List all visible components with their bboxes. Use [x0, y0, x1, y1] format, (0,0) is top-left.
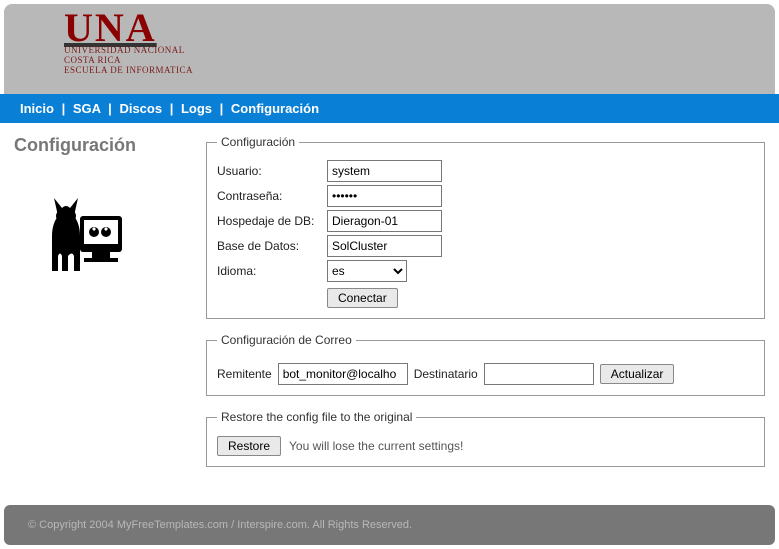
- usuario-label: Usuario:: [217, 164, 327, 178]
- destinatario-label: Destinatario: [414, 367, 478, 381]
- restore-warning: You will lose the current settings!: [289, 439, 463, 453]
- dbname-label: Base de Datos:: [217, 239, 327, 253]
- restore-button[interactable]: Restore: [217, 436, 281, 456]
- logo-main: UNA: [64, 10, 193, 46]
- logo-sub3: ESCUELA DE INFORMATICA: [64, 66, 193, 76]
- idioma-select[interactable]: es: [327, 260, 407, 282]
- config-legend: Configuración: [217, 135, 299, 149]
- header-banner: UNA UNIVERSIDAD NACIONAL COSTA RICA ESCU…: [4, 4, 775, 94]
- nav-discos[interactable]: Discos: [119, 101, 162, 116]
- footer: © Copyright 2004 MyFreeTemplates.com / I…: [4, 505, 775, 545]
- idioma-label: Idioma:: [217, 264, 327, 278]
- cat-computer-icon: [34, 186, 134, 276]
- nav-sga[interactable]: SGA: [73, 101, 101, 116]
- nav-logs[interactable]: Logs: [181, 101, 212, 116]
- page-title: Configuración: [14, 135, 194, 156]
- update-button[interactable]: Actualizar: [600, 364, 675, 384]
- main-nav: Inicio | SGA | Discos | Logs | Configura…: [0, 94, 779, 123]
- remitente-input[interactable]: [278, 363, 408, 385]
- dbhost-label: Hospedaje de DB:: [217, 214, 327, 228]
- nav-config[interactable]: Configuración: [231, 101, 319, 116]
- connect-button[interactable]: Conectar: [327, 288, 398, 308]
- logo: UNA UNIVERSIDAD NACIONAL COSTA RICA ESCU…: [64, 10, 193, 76]
- nav-inicio[interactable]: Inicio: [20, 101, 54, 116]
- password-label: Contraseña:: [217, 189, 327, 203]
- config-fieldset: Configuración Usuario: Contraseña: Hospe…: [206, 135, 765, 319]
- destinatario-input[interactable]: [484, 363, 594, 385]
- dbhost-input[interactable]: [327, 210, 442, 232]
- usuario-input[interactable]: [327, 160, 442, 182]
- password-input[interactable]: [327, 185, 442, 207]
- restore-legend: Restore the config file to the original: [217, 410, 416, 424]
- restore-fieldset: Restore the config file to the original …: [206, 410, 765, 467]
- dbname-input[interactable]: [327, 235, 442, 257]
- remitente-label: Remitente: [217, 367, 272, 381]
- mail-fieldset: Configuración de Correo Remitente Destin…: [206, 333, 765, 396]
- mail-legend: Configuración de Correo: [217, 333, 356, 347]
